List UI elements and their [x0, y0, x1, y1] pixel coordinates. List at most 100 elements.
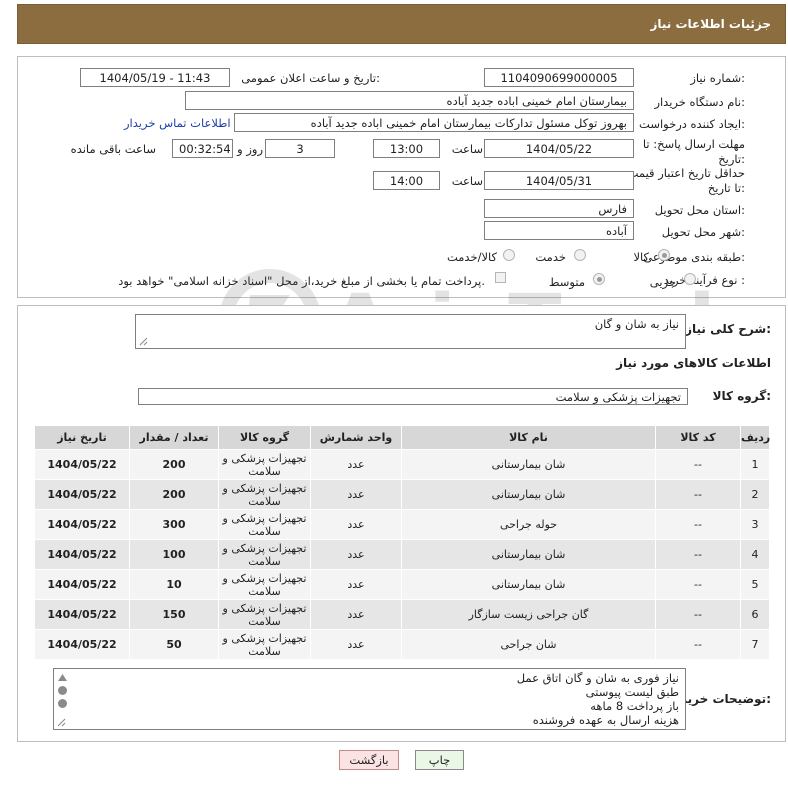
goods-section-title: اطلاعات کالاهای مورد نیاز: [616, 356, 771, 370]
buyer-notes-line: هزینه ارسال به عهده فروشنده: [532, 713, 679, 727]
cell-need-date: 1404/05/22: [34, 509, 130, 540]
cell-unit: عدد: [310, 539, 402, 570]
print-button[interactable]: چاپ: [415, 750, 464, 770]
cell-goods-code: --: [655, 569, 741, 600]
table-row: 1404/05/22 10 تجهیزات پزشکی و سلامت عدد …: [34, 569, 770, 600]
resize-grip-icon[interactable]: [139, 337, 148, 346]
cell-goods-name: شان بیمارستانی: [401, 569, 656, 600]
table-row: 1404/05/22 300 تجهیزات پزشکی و سلامت عدد…: [34, 509, 770, 540]
cell-need-date: 1404/05/22: [34, 449, 130, 480]
time-remaining-field: 00:32:54: [172, 139, 233, 158]
cell-goods-name: شان جراحی: [401, 629, 656, 660]
scroll-thumb[interactable]: [58, 686, 67, 695]
cell-row-number: 7: [740, 629, 770, 660]
col-unit: واحد شمارش: [310, 425, 402, 450]
cell-row-number: 2: [740, 479, 770, 510]
validity-time-label: ساعت: [451, 174, 483, 188]
need-number-label: شماره نیاز:: [690, 71, 745, 85]
cell-goods-name: شان بیمارستانی: [401, 539, 656, 570]
buyer-notes-line: باز پرداخت 8 ماهه: [590, 699, 679, 713]
resize-grip-icon[interactable]: [57, 718, 66, 727]
category-option-service: خدمت: [535, 250, 566, 264]
buyer-org-field: بیمارستان امام خمینی اباده جدید آباده: [185, 91, 634, 110]
col-need-date: تاریخ نیاز: [34, 425, 130, 450]
validity-label: حداقل تاریخ اعتبار قیمت: تا تاریخ:: [623, 166, 745, 195]
col-goods-code: کد کالا: [655, 425, 741, 450]
category-radio-goods-service[interactable]: [503, 249, 515, 261]
cell-goods-group: تجهیزات پزشکی و سلامت: [218, 569, 311, 600]
province-label: استان محل تحویل:: [654, 203, 745, 217]
buyer-notes-line: نیاز فوری به شان و گان اتاق عمل: [516, 671, 679, 685]
cell-quantity: 300: [129, 509, 219, 540]
col-quantity: تعداد / مقدار: [129, 425, 219, 450]
cell-quantity: 200: [129, 479, 219, 510]
treasury-payment-note: پرداخت تمام یا بخشی از مبلغ خرید،از محل …: [118, 274, 485, 288]
process-option-minor: جزیی: [649, 275, 676, 289]
summary-label: شرح کلی نیاز:: [685, 322, 771, 336]
cell-quantity: 50: [129, 629, 219, 660]
goods-group-label: گروه کالا:: [712, 389, 771, 403]
cell-goods-name: حوله جراحی: [401, 509, 656, 540]
table-row: 1404/05/22 200 تجهیزات پزشکی و سلامت عدد…: [34, 479, 770, 510]
cell-unit: عدد: [310, 569, 402, 600]
process-radio-minor[interactable]: [684, 273, 696, 285]
scroll-track-dot: [58, 699, 67, 708]
creator-field: بهروز توکل مسئول تداركات بیمارستان امام …: [234, 113, 634, 132]
col-row-number: ردیف: [740, 425, 770, 450]
cell-goods-group: تجهیزات پزشکی و سلامت: [218, 509, 311, 540]
category-radio-service[interactable]: [574, 249, 586, 261]
cell-unit: عدد: [310, 479, 402, 510]
table-row: 1404/05/22 150 تجهیزات پزشکی و سلامت عدد…: [34, 599, 770, 630]
table-row: 1404/05/22 200 تجهیزات پزشکی و سلامت عدد…: [34, 449, 770, 480]
cell-goods-name: گان جراحی زیست سازگار: [401, 599, 656, 630]
col-goods-group: گروه کالا: [218, 425, 311, 450]
contact-info-link[interactable]: اطلاعات تماس خریدار: [124, 116, 231, 130]
back-button[interactable]: بازگشت: [339, 750, 399, 770]
cell-need-date: 1404/05/22: [34, 539, 130, 570]
cell-need-date: 1404/05/22: [34, 569, 130, 600]
cell-row-number: 4: [740, 539, 770, 570]
table-row: 1404/05/22 100 تجهیزات پزشکی و سلامت عدد…: [34, 539, 770, 570]
cell-goods-code: --: [655, 539, 741, 570]
cell-goods-group: تجهیزات پزشکی و سلامت: [218, 479, 311, 510]
process-radio-medium[interactable]: [593, 273, 605, 285]
cell-goods-group: تجهیزات پزشکی و سلامت: [218, 629, 311, 660]
page-header: جزئیات اطلاعات نیاز: [17, 4, 786, 44]
scroll-up-arrow-icon[interactable]: [58, 674, 67, 681]
buyer-notes-textarea[interactable]: نیاز فوری به شان و گان اتاق عمل طبق لیست…: [53, 668, 686, 730]
buyer-org-label: نام دستگاه خریدار:: [654, 95, 745, 109]
need-number-field: 1104090699000005: [484, 68, 634, 87]
cell-goods-code: --: [655, 629, 741, 660]
validity-date-field: 1404/05/31: [484, 171, 634, 190]
cell-quantity: 150: [129, 599, 219, 630]
time-remaining-label: ساعت باقی مانده: [70, 142, 156, 156]
cell-unit: عدد: [310, 509, 402, 540]
cell-goods-name: شان بیمارستانی: [401, 449, 656, 480]
validity-time-field: 14:00: [373, 171, 440, 190]
cell-need-date: 1404/05/22: [34, 479, 130, 510]
cell-goods-group: تجهیزات پزشکی و سلامت: [218, 539, 311, 570]
cell-row-number: 5: [740, 569, 770, 600]
days-label: روز و: [237, 142, 263, 156]
cell-unit: عدد: [310, 599, 402, 630]
summary-textarea[interactable]: نیاز به شان و گان: [135, 314, 686, 349]
cell-quantity: 10: [129, 569, 219, 600]
page-title: جزئیات اطلاعات نیاز: [650, 17, 771, 31]
announce-datetime-field: 1404/05/19 - 11:43: [80, 68, 230, 87]
cell-row-number: 6: [740, 599, 770, 630]
days-remaining-field: 3: [265, 139, 335, 158]
announce-datetime-label: تاریخ و ساعت اعلان عمومی:: [241, 71, 380, 85]
cell-goods-code: --: [655, 509, 741, 540]
buyer-notes-line: طبق لیست پیوستی: [585, 685, 679, 699]
city-field: آباده: [484, 221, 634, 240]
cell-need-date: 1404/05/22: [34, 599, 130, 630]
cell-goods-code: --: [655, 599, 741, 630]
category-radio-goods[interactable]: [658, 249, 670, 261]
treasury-payment-checkbox[interactable]: [495, 272, 506, 283]
category-option-goods-service: کالا/خدمت: [446, 250, 497, 264]
summary-text: نیاز به شان و گان: [594, 317, 679, 331]
cell-goods-group: تجهیزات پزشکی و سلامت: [218, 599, 311, 630]
col-goods-name: نام کالا: [401, 425, 656, 450]
deadline-time-field: 13:00: [373, 139, 440, 158]
deadline-label: مهلت ارسال پاسخ: تا تاریخ:: [642, 137, 745, 166]
